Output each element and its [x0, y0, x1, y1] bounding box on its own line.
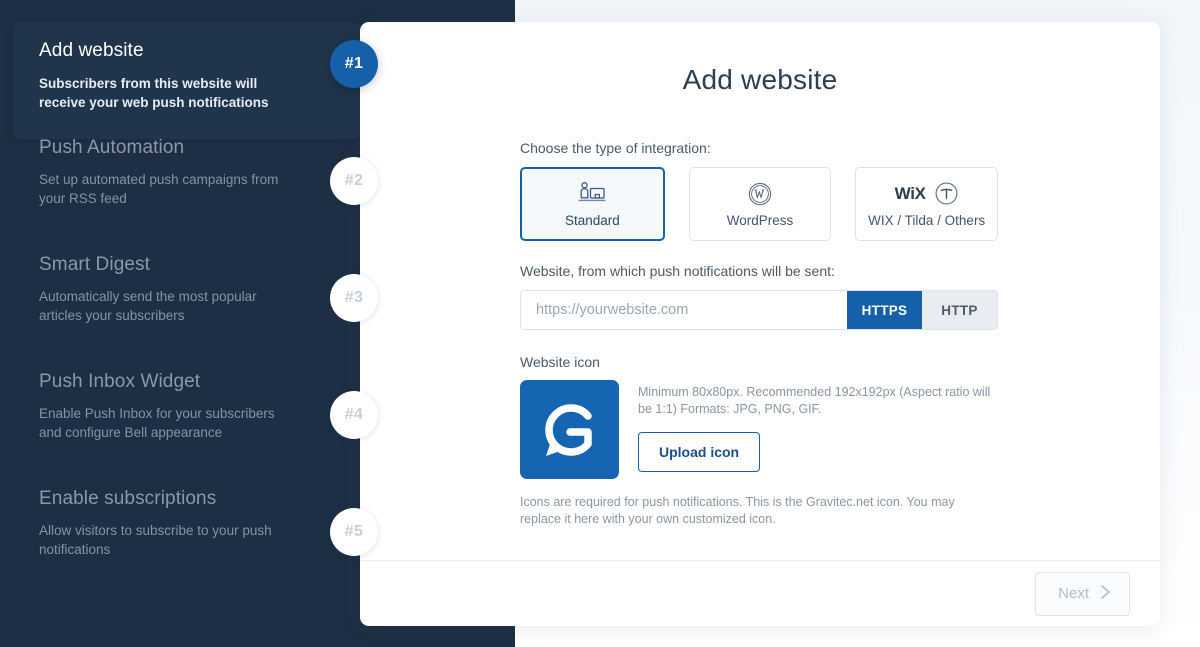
website-url-label: Website, from which push notifications w…: [520, 263, 835, 279]
integration-type-label: Choose the type of integration:: [520, 140, 711, 156]
upload-icon-button[interactable]: Upload icon: [638, 432, 761, 472]
integration-option-wordpress[interactable]: WordPress: [688, 167, 832, 241]
website-icon-label: Website icon: [520, 354, 600, 370]
step-badge-2: #2: [330, 157, 378, 205]
website-icon-row: Minimum 80x80px. Recommended 192x192px (…: [520, 380, 998, 479]
website-icon-hint: Minimum 80x80px. Recommended 192x192px (…: [638, 385, 991, 416]
next-button[interactable]: Next: [1035, 571, 1130, 616]
app-root: Add website Subscribers from this websit…: [0, 0, 1200, 647]
step-content: Smart Digest Automatically send the most…: [13, 234, 355, 351]
panel-footer: Next: [360, 560, 1160, 626]
page-title: Add website: [682, 64, 838, 95]
chevron-right-icon: [1100, 584, 1111, 604]
integration-option-label: Standard: [564, 212, 620, 228]
panel-body: Add website Choose the type of integrati…: [360, 22, 1160, 560]
step-title: Smart Digest: [39, 254, 151, 275]
website-icon-details: Minimum 80x80px. Recommended 192x192px (…: [638, 380, 998, 472]
step-badge-3: #3: [330, 274, 378, 322]
protocol-http-button[interactable]: HTTP: [922, 291, 997, 329]
integration-option-standard[interactable]: Standard: [520, 167, 665, 241]
integration-type-group: Standard WordPress WiX WIX / Tilda / Oth…: [520, 167, 999, 241]
step-content: Push Automation Set up automated push ca…: [13, 117, 355, 234]
website-url-row: HTTPS HTTP: [520, 290, 998, 330]
step-description: Set up automated push campaigns from you…: [39, 172, 279, 206]
step-title: Add website: [39, 40, 144, 61]
integration-option-label: WordPress: [726, 212, 794, 228]
gravitec-logo-icon: [520, 380, 619, 479]
step-content: Enable subscriptions Allow visitors to s…: [13, 468, 355, 585]
step-content: Push Inbox Widget Enable Push Inbox for …: [13, 351, 355, 468]
wordpress-icon: [748, 181, 772, 207]
website-icon-note: Icons are required for push notification…: [520, 495, 955, 526]
step-description: Enable Push Inbox for your subscribers a…: [39, 406, 275, 440]
step-title: Push Inbox Widget: [39, 371, 201, 392]
step-badge-4: #4: [330, 391, 378, 439]
add-website-panel: Add website Choose the type of integrati…: [360, 22, 1160, 626]
website-url-input[interactable]: [521, 291, 847, 329]
protocol-https-button[interactable]: HTTPS: [847, 291, 922, 329]
step-title: Enable subscriptions: [39, 488, 217, 509]
wix-logo-text: WiX: [894, 183, 926, 203]
step-badge-5: #5: [330, 508, 378, 556]
step-description: Allow visitors to subscribe to your push…: [39, 523, 272, 557]
step-description: Subscribers from this website will recei…: [39, 76, 269, 110]
step-badge-1: #1: [330, 40, 378, 88]
integration-option-label: WIX / Tilda / Others: [868, 212, 986, 228]
integration-option-wix-tilda-others[interactable]: WiX WIX / Tilda / Others: [855, 167, 999, 241]
wix-tilda-icon: WiX: [895, 181, 959, 207]
add-website-form: Choose the type of integration: Standard…: [520, 140, 999, 528]
step-title: Push Automation: [39, 137, 185, 158]
next-button-label: Next: [1058, 585, 1089, 602]
person-monitor-icon: [577, 181, 607, 207]
step-description: Automatically send the most popular arti…: [39, 289, 257, 323]
